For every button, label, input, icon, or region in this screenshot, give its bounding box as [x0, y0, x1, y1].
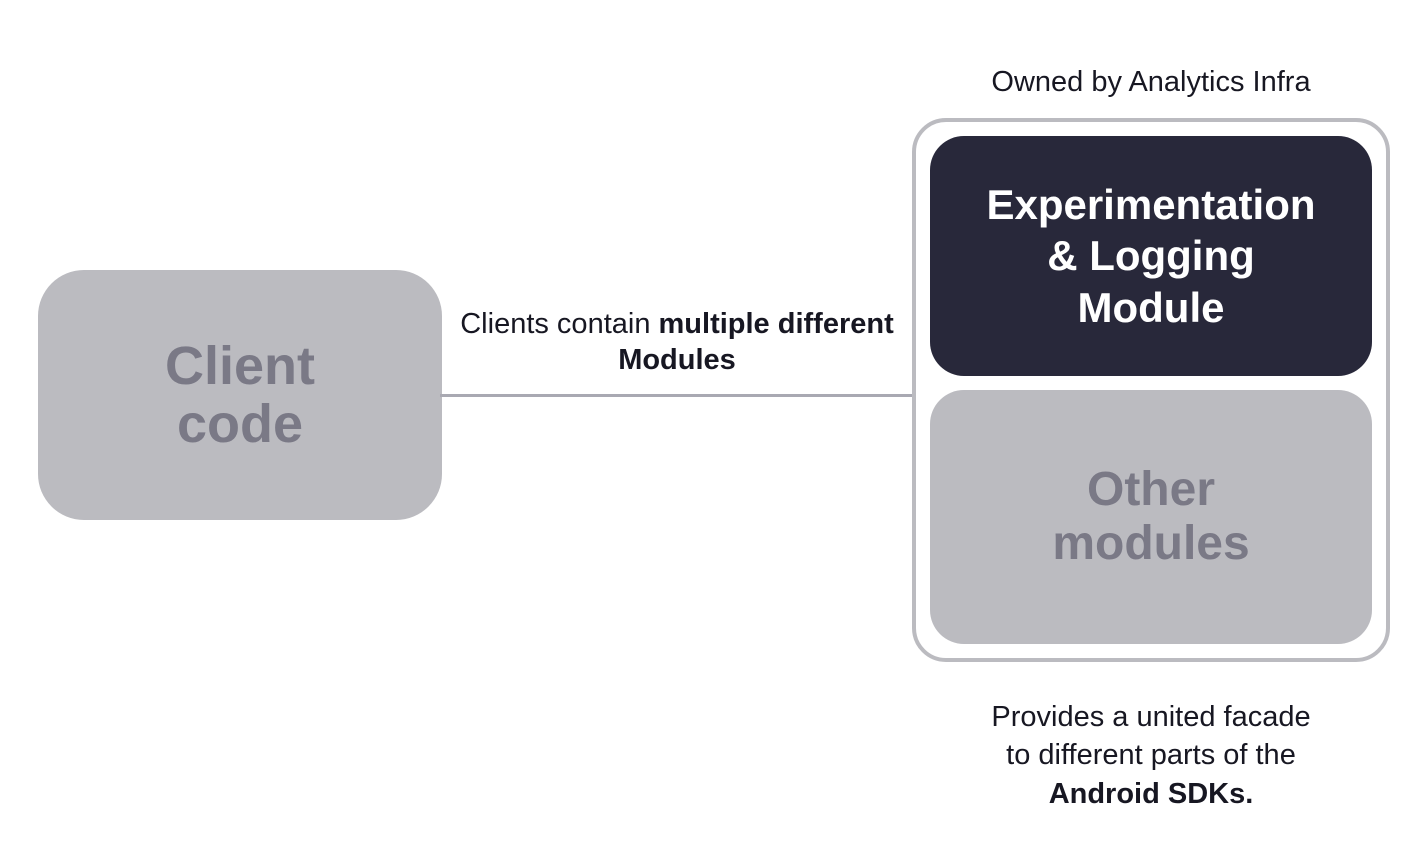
client-code-box: Client code [38, 270, 442, 520]
experimentation-logging-module-box: Experimentation & Logging Module [930, 136, 1372, 376]
modules-container: Experimentation & Logging Module Other m… [912, 118, 1390, 662]
other-modules-label: Other modules [1052, 463, 1249, 571]
facade-caption-bold: Android SDKs. [1049, 778, 1254, 810]
connector-label-prefix: Clients contain [460, 308, 658, 340]
connector-label-bold: multiple different Modules [618, 308, 894, 376]
experimentation-logging-module-label: Experimentation & Logging Module [986, 179, 1315, 333]
connector-line [440, 394, 912, 397]
facade-caption: Provides a united facade to different pa… [912, 698, 1390, 813]
connector-label: Clients contain multiple different Modul… [440, 306, 914, 379]
facade-caption-prefix: Provides a united facade to different pa… [991, 701, 1310, 771]
owned-by-caption: Owned by Analytics Infra [912, 66, 1390, 99]
client-code-label: Client code [165, 337, 315, 454]
other-modules-box: Other modules [930, 390, 1372, 644]
diagram-stage: Client code Clients contain multiple dif… [0, 0, 1426, 864]
